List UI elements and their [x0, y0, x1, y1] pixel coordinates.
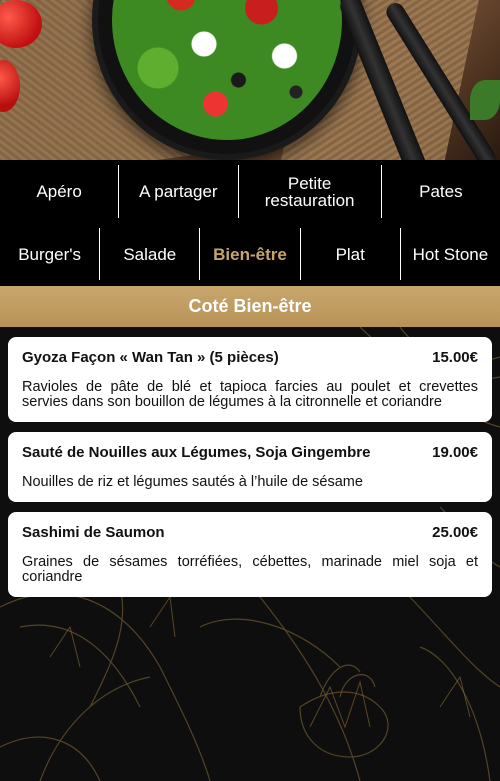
nav-item-bien-etre[interactable]: Bien-être	[199, 228, 299, 280]
menu-item-description: Nouilles de riz et légumes sautés à l’hu…	[22, 474, 363, 490]
menu-item-price: 19.00€	[432, 444, 478, 461]
menu-item-header: Sashimi de Saumon 25.00€	[22, 524, 478, 541]
leaf	[470, 80, 500, 120]
hero-image	[0, 0, 500, 160]
nav-item-plat[interactable]: Plat	[299, 228, 400, 280]
menu-item-name: Sashimi de Saumon	[22, 524, 165, 541]
section-title: Coté Bien-être	[0, 286, 500, 327]
menu-item-description: Graines de sésames torréfiées, cébettes,…	[22, 554, 478, 585]
menu-item-description: Ravioles de pâte de blé et tapioca farci…	[22, 379, 478, 410]
menu-item-price: 15.00€	[432, 349, 478, 366]
menu-item-name: Gyoza Façon « Wan Tan » (5 pièces)	[22, 349, 279, 366]
menu-item-card[interactable]: Sauté de Nouilles aux Légumes, Soja Ging…	[8, 432, 492, 502]
menu-item-price: 25.00€	[432, 524, 478, 541]
nav-item-hot-stone[interactable]: Hot Stone	[399, 228, 500, 280]
menu-item-card[interactable]: Sashimi de Saumon 25.00€ Graines de sésa…	[8, 512, 492, 597]
nav-item-petite-restauration[interactable]: Petite restauration	[237, 165, 381, 218]
nav-item-burgers[interactable]: Burger's	[0, 228, 99, 280]
nav-item-apero[interactable]: Apéro	[0, 165, 118, 218]
nav-item-a-partager[interactable]: A partager	[118, 165, 237, 218]
category-nav: Apéro A partager Petite restauration Pat…	[0, 160, 500, 286]
nav-row: Apéro A partager Petite restauration Pat…	[0, 165, 500, 218]
menu-item-name: Sauté de Nouilles aux Légumes, Soja Ging…	[22, 444, 371, 461]
nav-item-salade[interactable]: Salade	[99, 228, 199, 280]
menu-item-card[interactable]: Gyoza Façon « Wan Tan » (5 pièces) 15.00…	[8, 337, 492, 422]
nav-item-pates[interactable]: Pates	[380, 165, 500, 218]
nav-row: Burger's Salade Bien-être Plat Hot Stone	[0, 228, 500, 280]
menu-item-header: Gyoza Façon « Wan Tan » (5 pièces) 15.00…	[22, 349, 478, 366]
menu-item-header: Sauté de Nouilles aux Légumes, Soja Ging…	[22, 444, 478, 461]
